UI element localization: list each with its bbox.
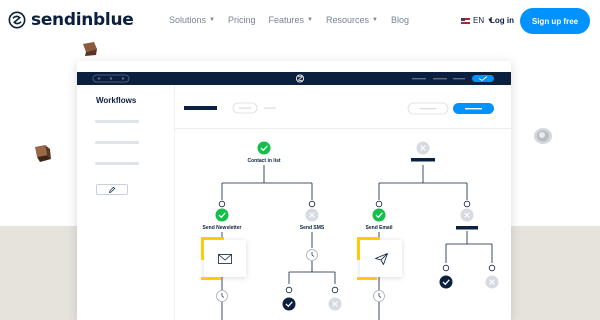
nav-link-pricing[interactable]: Pricing bbox=[228, 15, 256, 25]
paper-plane-icon bbox=[374, 252, 388, 265]
check-icon bbox=[372, 208, 386, 222]
top-navigation: sendinblue Solutions ▼ Pricing Features ▼ … bbox=[0, 0, 600, 42]
clock-icon bbox=[306, 249, 318, 261]
nav-link-solutions[interactable]: Solutions ▼ bbox=[169, 15, 215, 25]
login-link[interactable]: Log in bbox=[490, 16, 514, 25]
us-flag-icon bbox=[461, 17, 470, 24]
nav-link-label: Pricing bbox=[227, 15, 256, 25]
main-menu: Solutions ▼ Pricing Features ▼ Resources ▼ … bbox=[169, 15, 409, 25]
chevron-down-icon: ▼ bbox=[307, 17, 313, 23]
nav-link-label: Blog bbox=[390, 15, 409, 25]
clock-icon bbox=[216, 290, 228, 302]
node-label-placeholder bbox=[456, 226, 478, 230]
check-icon bbox=[282, 297, 296, 311]
nav-link-label: Features bbox=[268, 15, 305, 25]
check-icon bbox=[439, 275, 453, 289]
node-label-send-newsletter: Send Newsletter bbox=[202, 225, 242, 231]
nav-link-label: Solutions bbox=[169, 15, 207, 25]
close-icon bbox=[485, 275, 499, 289]
workflow-diagram bbox=[215, 141, 499, 320]
clock-icon bbox=[373, 290, 385, 302]
nav-link-label: Resources bbox=[325, 15, 370, 25]
close-icon bbox=[305, 208, 319, 222]
node-label-placeholder bbox=[411, 158, 435, 162]
chevron-down-icon: ▼ bbox=[372, 17, 378, 23]
nav-link-resources[interactable]: Resources ▼ bbox=[326, 15, 378, 25]
close-icon bbox=[416, 141, 430, 155]
node-label-send-email: Send Email bbox=[365, 225, 393, 231]
check-icon bbox=[257, 141, 271, 155]
close-icon bbox=[460, 208, 474, 222]
email-action-card[interactable] bbox=[357, 237, 402, 280]
envelope-icon bbox=[218, 253, 232, 264]
nav-link-features[interactable]: Features ▼ bbox=[269, 15, 313, 25]
sendinblue-logo-icon bbox=[8, 11, 26, 29]
signup-button[interactable]: Sign up free bbox=[520, 8, 590, 34]
language-label: EN bbox=[473, 16, 485, 25]
close-icon bbox=[328, 297, 342, 311]
node-label-contact-in-list: Contact in list bbox=[247, 158, 281, 164]
brand-logo[interactable]: sendinblue bbox=[8, 10, 134, 30]
node-label-send-sms: Send SMS bbox=[299, 225, 325, 231]
language-selector[interactable]: EN ▼ bbox=[461, 16, 493, 25]
chevron-down-icon: ▼ bbox=[209, 17, 215, 23]
nav-link-blog[interactable]: Blog bbox=[391, 15, 409, 25]
newsletter-action-card[interactable] bbox=[201, 237, 246, 280]
brand-name: sendinblue bbox=[31, 10, 134, 30]
check-icon bbox=[215, 208, 229, 222]
